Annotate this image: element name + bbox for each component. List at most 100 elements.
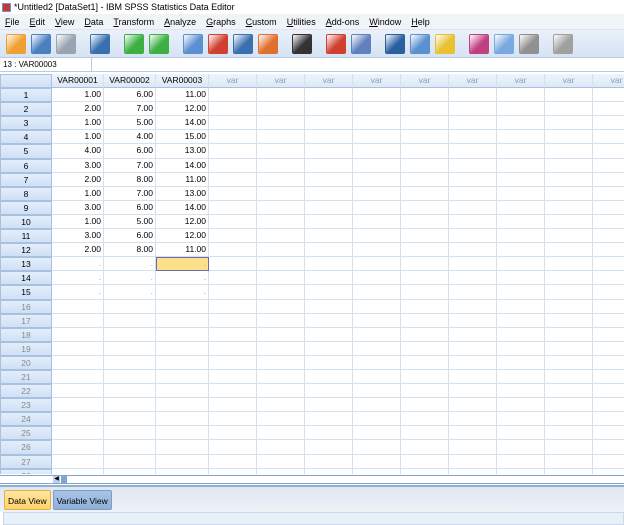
data-cell[interactable]	[52, 299, 104, 314]
data-cell[interactable]: 1.00	[52, 116, 104, 131]
undo-icon[interactable]	[124, 33, 144, 54]
data-cell[interactable]	[545, 355, 593, 370]
data-cell[interactable]	[593, 440, 624, 455]
data-cell[interactable]	[257, 398, 305, 413]
open-icon[interactable]	[6, 33, 26, 54]
insert-variable-icon[interactable]	[351, 33, 371, 54]
data-cell[interactable]: 5.00	[104, 116, 156, 131]
data-cell[interactable]	[305, 398, 353, 413]
data-cell[interactable]	[401, 398, 449, 413]
data-cell[interactable]: .	[104, 271, 156, 286]
data-cell[interactable]	[353, 130, 401, 145]
data-cell[interactable]: 2.00	[52, 102, 104, 117]
data-cell[interactable]	[209, 243, 257, 258]
data-cell[interactable]: 5.00	[104, 214, 156, 230]
row-header[interactable]: 3	[0, 116, 52, 131]
insert-cases-icon[interactable]	[326, 33, 346, 54]
data-cell[interactable]	[593, 328, 624, 342]
data-cell[interactable]	[353, 144, 401, 159]
row-header[interactable]: 12	[0, 243, 52, 258]
data-cell[interactable]	[497, 299, 545, 314]
data-cell[interactable]	[257, 186, 305, 201]
data-cell[interactable]	[257, 412, 305, 427]
row-header[interactable]: 5	[0, 144, 52, 159]
data-cell[interactable]: 6.00	[104, 229, 156, 244]
data-cell[interactable]	[353, 116, 401, 131]
row-header[interactable]: 13	[0, 257, 52, 272]
data-cell[interactable]	[593, 384, 624, 399]
data-cell[interactable]	[257, 454, 305, 469]
data-cell[interactable]	[257, 243, 305, 258]
data-cell[interactable]	[545, 158, 593, 173]
data-cell[interactable]	[497, 384, 545, 399]
column-header[interactable]: VAR00003	[156, 74, 209, 89]
data-cell[interactable]	[104, 327, 156, 342]
data-cell[interactable]	[593, 229, 624, 244]
data-cell[interactable]	[305, 285, 353, 300]
data-cell[interactable]	[104, 468, 156, 474]
data-cell[interactable]: .	[52, 285, 104, 300]
data-cell[interactable]	[545, 88, 593, 103]
data-cell[interactable]	[209, 468, 257, 474]
row-header[interactable]: 6	[0, 158, 52, 173]
run-descriptives-icon[interactable]	[258, 33, 278, 54]
data-cell[interactable]	[305, 313, 353, 328]
menu-analyze[interactable]: Analyze	[159, 17, 201, 27]
data-cell[interactable]	[353, 102, 401, 117]
menu-file[interactable]: File	[0, 17, 25, 27]
data-cell[interactable]	[353, 468, 401, 474]
menu-window[interactable]: Window	[364, 17, 406, 27]
data-cell[interactable]	[104, 440, 156, 455]
data-cell[interactable]	[545, 313, 593, 328]
data-cell[interactable]	[209, 257, 257, 272]
data-cell[interactable]	[305, 355, 353, 370]
row-header[interactable]: 7	[0, 172, 52, 187]
data-cell[interactable]: 14.00	[156, 158, 209, 173]
data-cell[interactable]	[401, 229, 449, 244]
data-cell[interactable]	[353, 412, 401, 427]
data-cell[interactable]	[156, 426, 209, 441]
data-cell[interactable]	[257, 102, 305, 117]
data-cell[interactable]	[257, 88, 305, 103]
data-cell[interactable]	[305, 299, 353, 314]
data-cell[interactable]	[449, 398, 497, 413]
data-cell[interactable]	[401, 158, 449, 173]
data-cell[interactable]	[305, 327, 353, 342]
data-cell[interactable]	[305, 200, 353, 215]
column-header[interactable]: var	[305, 74, 353, 89]
data-cell[interactable]	[104, 341, 156, 356]
horizontal-scrollbar[interactable]: ◀	[0, 475, 624, 484]
data-cell[interactable]	[449, 144, 497, 159]
data-cell[interactable]	[305, 271, 353, 286]
data-cell[interactable]	[401, 257, 449, 272]
data-cell[interactable]	[209, 426, 257, 441]
data-cell[interactable]	[497, 285, 545, 300]
data-cell[interactable]	[209, 299, 257, 314]
data-cell[interactable]: .	[104, 257, 156, 272]
find-icon[interactable]	[292, 33, 312, 54]
column-header[interactable]: VAR00002	[104, 74, 156, 89]
data-cell[interactable]	[257, 130, 305, 145]
menu-graphs[interactable]: Graphs	[201, 17, 241, 27]
data-cell[interactable]	[449, 158, 497, 173]
data-cell[interactable]	[209, 285, 257, 300]
data-cell[interactable]	[209, 102, 257, 117]
row-header[interactable]: 4	[0, 130, 52, 145]
data-cell[interactable]	[156, 412, 209, 427]
data-cell[interactable]	[257, 144, 305, 159]
column-header[interactable]: var	[401, 74, 449, 89]
data-cell[interactable]	[449, 88, 497, 103]
data-cell[interactable]: 3.00	[52, 200, 104, 215]
data-cell[interactable]	[257, 285, 305, 300]
data-cell[interactable]	[593, 285, 624, 300]
data-cell[interactable]	[353, 172, 401, 187]
data-cell[interactable]	[209, 271, 257, 286]
data-cell[interactable]	[156, 299, 209, 314]
data-cell[interactable]	[305, 158, 353, 173]
data-cell[interactable]	[449, 186, 497, 201]
data-cell[interactable]	[401, 313, 449, 328]
data-cell[interactable]	[209, 412, 257, 427]
row-header[interactable]: 8	[0, 186, 52, 201]
data-cell[interactable]	[209, 327, 257, 342]
column-header[interactable]: var	[497, 74, 545, 89]
